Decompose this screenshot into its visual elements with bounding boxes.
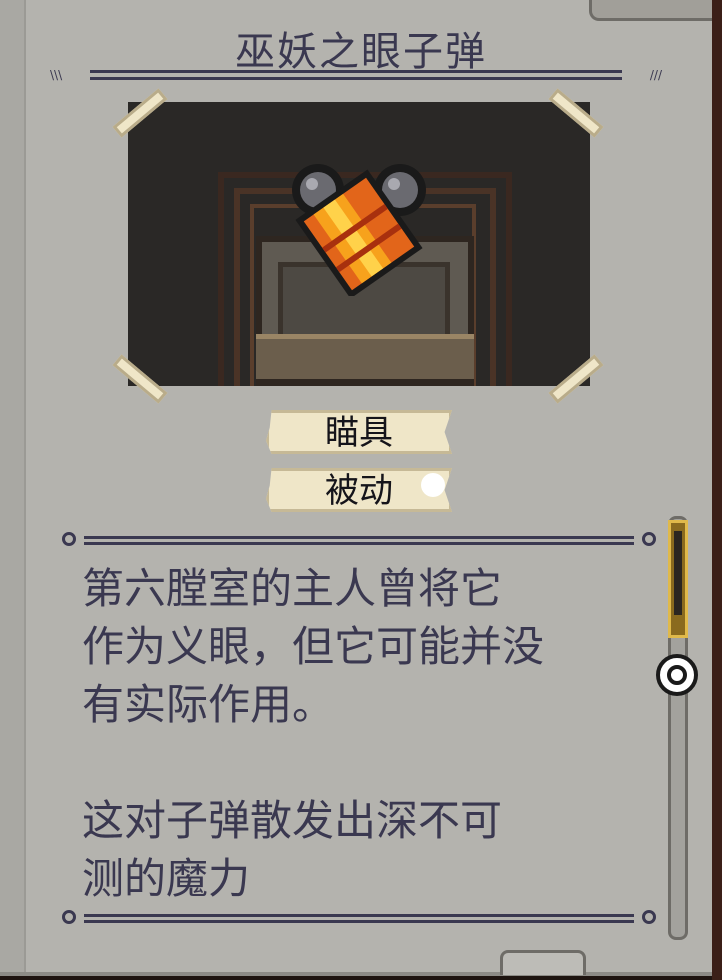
description-line: 作为义眼，但它可能并没 bbox=[82, 622, 545, 671]
item-title: 巫妖之眼子弹 bbox=[235, 29, 487, 75]
description-gap bbox=[82, 734, 642, 792]
description-line: 这对子弹散发出深不可 bbox=[82, 796, 503, 845]
type-tag: 被动 bbox=[266, 468, 452, 512]
lich-eye-bullets-icon bbox=[292, 164, 426, 296]
item-description[interactable]: 第六膛室的主人曾将它 作为义眼，但它可能并没 有实际作用。 这对子弹散发出深不可… bbox=[82, 560, 642, 900]
item-showcase bbox=[128, 102, 590, 386]
scroll-thumb[interactable] bbox=[668, 520, 688, 638]
title-underline: \\\/// bbox=[50, 68, 662, 82]
quality-tag: 瞄具 bbox=[266, 410, 452, 454]
page-top-curl bbox=[589, 0, 712, 21]
description-top-rule bbox=[62, 532, 656, 546]
description-line: 测的魔力 bbox=[82, 854, 251, 900]
description-line: 有实际作用。 bbox=[82, 680, 335, 729]
scroll-knob-icon[interactable] bbox=[656, 654, 698, 696]
page-binding-edge bbox=[0, 0, 26, 972]
type-label: 被动 bbox=[325, 471, 393, 511]
page-bottom-tab bbox=[500, 950, 586, 975]
quality-label: 瞄具 bbox=[325, 413, 393, 453]
page-right-edge bbox=[712, 0, 722, 980]
description-line: 第六膛室的主人曾将它 bbox=[82, 564, 503, 613]
description-bottom-rule bbox=[62, 910, 656, 924]
bubble-icon bbox=[421, 473, 445, 497]
